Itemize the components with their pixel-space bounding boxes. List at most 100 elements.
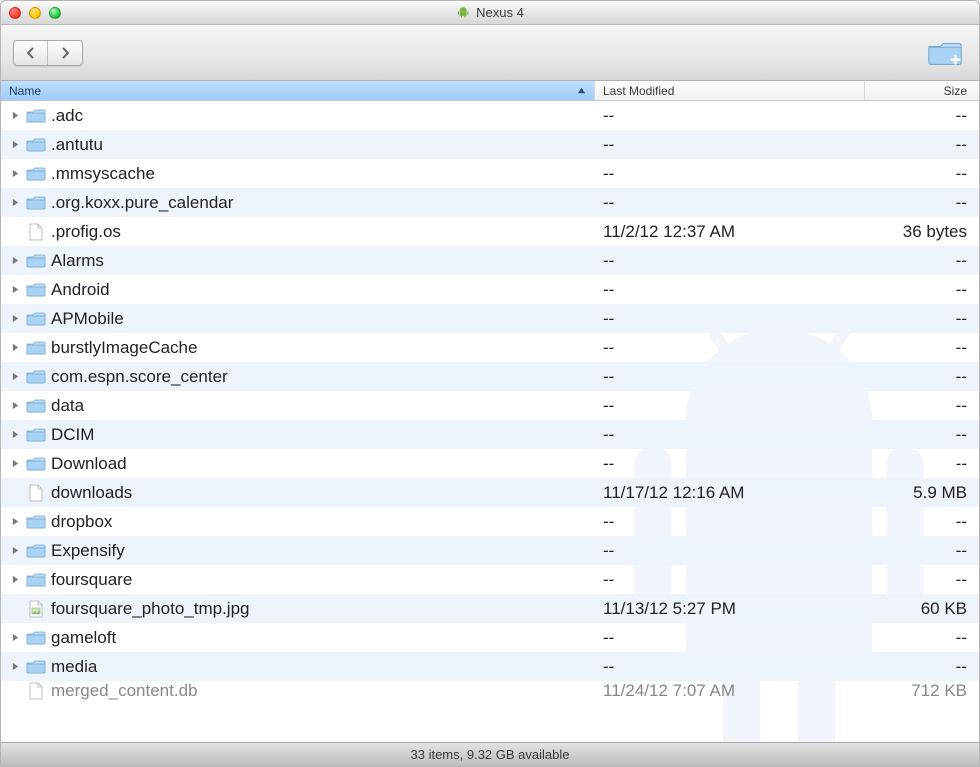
- image-file-icon: [25, 600, 47, 618]
- item-name: DCIM: [51, 425, 94, 445]
- column-header-name[interactable]: Name: [1, 81, 595, 100]
- table-row[interactable]: gameloft----: [1, 623, 979, 652]
- folder-icon: [25, 195, 47, 211]
- item-modified: --: [595, 512, 865, 532]
- folder-icon: [25, 543, 47, 559]
- status-bar: 33 items, 9.32 GB available: [1, 742, 979, 766]
- item-modified: --: [595, 106, 865, 126]
- disclosure-triangle-icon[interactable]: [9, 285, 21, 294]
- item-size: 36 bytes: [865, 222, 979, 242]
- item-size: --: [865, 425, 979, 445]
- disclosure-triangle-icon[interactable]: [9, 546, 21, 555]
- table-row[interactable]: merged_content.db 11/24/12 7:07 AM712 KB: [1, 681, 979, 701]
- item-size: 5.9 MB: [865, 483, 979, 503]
- table-row[interactable]: Android----: [1, 275, 979, 304]
- table-row[interactable]: dropbox----: [1, 507, 979, 536]
- item-name: Download: [51, 454, 127, 474]
- disclosure-triangle-icon[interactable]: [9, 662, 21, 671]
- item-size: 60 KB: [865, 599, 979, 619]
- item-size: --: [865, 570, 979, 590]
- item-name: downloads: [51, 483, 132, 503]
- folder-icon: [25, 253, 47, 269]
- table-row[interactable]: data----: [1, 391, 979, 420]
- item-name: media: [51, 657, 97, 677]
- column-header-size-label: Size: [944, 84, 967, 98]
- column-header-size[interactable]: Size: [865, 81, 979, 100]
- file-icon: [25, 682, 47, 700]
- sort-ascending-icon: [577, 84, 586, 98]
- item-modified: --: [595, 657, 865, 677]
- table-row[interactable]: Expensify ----: [1, 536, 979, 565]
- item-name: Android: [51, 280, 110, 300]
- item-name: APMobile: [51, 309, 124, 329]
- column-header-modified[interactable]: Last Modified: [595, 81, 865, 100]
- disclosure-triangle-icon[interactable]: [9, 140, 21, 149]
- item-name: merged_content.db: [51, 681, 198, 701]
- table-row[interactable]: Alarms----: [1, 246, 979, 275]
- item-size: --: [865, 193, 979, 213]
- folder-icon: [25, 514, 47, 530]
- item-size: --: [865, 309, 979, 329]
- table-row[interactable]: downloads 11/17/12 12:16 AM5.9 MB: [1, 478, 979, 507]
- item-modified: 11/24/12 7:07 AM: [595, 681, 865, 701]
- item-name: gameloft: [51, 628, 116, 648]
- table-row[interactable]: com.espn.score_center----: [1, 362, 979, 391]
- item-size: --: [865, 251, 979, 271]
- item-modified: --: [595, 135, 865, 155]
- table-row[interactable]: .profig.os11/2/12 12:37 AM36 bytes: [1, 217, 979, 246]
- item-name: Expensify: [51, 541, 125, 561]
- table-row[interactable]: .org.koxx.pure_calendar----: [1, 188, 979, 217]
- titlebar[interactable]: Nexus 4: [1, 1, 979, 25]
- table-row[interactable]: APMobile ----: [1, 304, 979, 333]
- item-size: --: [865, 541, 979, 561]
- item-modified: 11/17/12 12:16 AM: [595, 483, 865, 503]
- disclosure-triangle-icon[interactable]: [9, 256, 21, 265]
- disclosure-triangle-icon[interactable]: [9, 198, 21, 207]
- folder-icon: [25, 398, 47, 414]
- folder-icon: [25, 427, 47, 443]
- disclosure-triangle-icon[interactable]: [9, 372, 21, 381]
- item-name: foursquare: [51, 570, 132, 590]
- zoom-button[interactable]: [49, 7, 61, 19]
- table-row[interactable]: media----: [1, 652, 979, 681]
- table-row[interactable]: burstlyImageCache----: [1, 333, 979, 362]
- item-size: 712 KB: [865, 681, 979, 701]
- disclosure-triangle-icon[interactable]: [9, 111, 21, 120]
- table-row[interactable]: Download----: [1, 449, 979, 478]
- item-name: Alarms: [51, 251, 104, 271]
- disclosure-triangle-icon[interactable]: [9, 430, 21, 439]
- minimize-button[interactable]: [29, 7, 41, 19]
- disclosure-triangle-icon[interactable]: [9, 517, 21, 526]
- disclosure-triangle-icon[interactable]: [9, 633, 21, 642]
- table-row[interactable]: .mmsyscache----: [1, 159, 979, 188]
- item-size: --: [865, 367, 979, 387]
- table-row[interactable]: .antutu----: [1, 130, 979, 159]
- forward-button[interactable]: [48, 41, 82, 65]
- disclosure-triangle-icon[interactable]: [9, 169, 21, 178]
- new-folder-button[interactable]: [923, 37, 967, 69]
- table-row[interactable]: DCIM----: [1, 420, 979, 449]
- item-modified: 11/2/12 12:37 AM: [595, 222, 865, 242]
- back-button[interactable]: [14, 41, 48, 65]
- disclosure-triangle-icon[interactable]: [9, 314, 21, 323]
- disclosure-triangle-icon[interactable]: [9, 459, 21, 468]
- item-modified: --: [595, 628, 865, 648]
- toolbar: [1, 25, 979, 81]
- table-row[interactable]: .adc----: [1, 101, 979, 130]
- item-modified: --: [595, 541, 865, 561]
- item-modified: --: [595, 338, 865, 358]
- file-list[interactable]: .adc----.antutu----.mmsyscache----.org.k…: [1, 101, 979, 742]
- item-size: --: [865, 338, 979, 358]
- item-modified: --: [595, 309, 865, 329]
- item-name: data: [51, 396, 84, 416]
- item-name: .mmsyscache: [51, 164, 155, 184]
- disclosure-triangle-icon[interactable]: [9, 343, 21, 352]
- table-row[interactable]: foursquare----: [1, 565, 979, 594]
- table-row[interactable]: foursquare_photo_tmp.jpg11/13/12 5:27 PM…: [1, 594, 979, 623]
- item-size: --: [865, 164, 979, 184]
- file-icon: [25, 223, 47, 241]
- disclosure-triangle-icon[interactable]: [9, 401, 21, 410]
- traffic-lights: [9, 7, 61, 19]
- close-button[interactable]: [9, 7, 21, 19]
- disclosure-triangle-icon[interactable]: [9, 575, 21, 584]
